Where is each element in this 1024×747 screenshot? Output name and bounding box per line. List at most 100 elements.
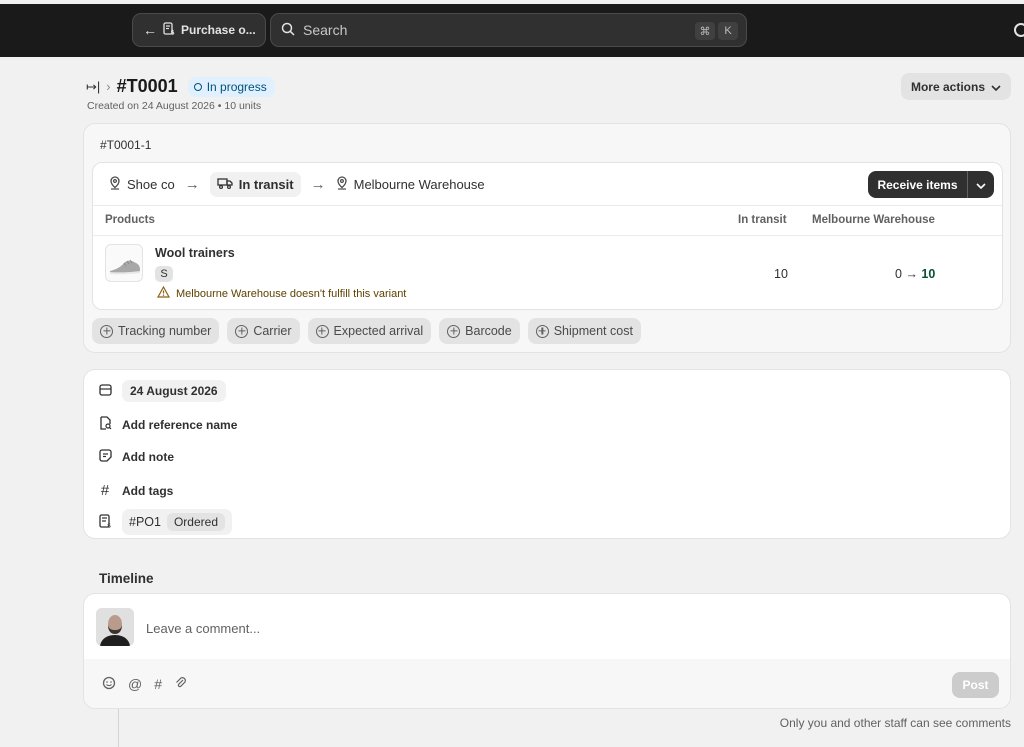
receive-items-button[interactable]: Receive items — [868, 171, 994, 198]
document-search-icon — [98, 416, 112, 433]
add-shipment-cost-button[interactable]: Shipment cost — [527, 318, 641, 344]
search-input[interactable]: Search ⌘ K — [270, 13, 747, 47]
shipment-detail-chips: Tracking number Carrier Expected arrival… — [92, 318, 641, 344]
column-header-products: Products — [105, 214, 155, 226]
top-bar: ← $ Purchase o... Search ⌘ K — [0, 4, 1024, 57]
arrow-right-icon: → — [310, 175, 326, 193]
more-actions-button[interactable]: More actions — [901, 73, 1011, 100]
shipment-route: Shoe co → In transit → Melbourne Warehou… — [93, 163, 1002, 206]
variant-badge: S — [155, 266, 173, 282]
svg-text:$: $ — [171, 30, 175, 36]
plus-circle-icon — [447, 324, 461, 338]
reference-row[interactable]: Add reference name — [98, 416, 237, 433]
chip-label: Tracking number — [118, 324, 212, 338]
command-key-hint: ⌘ — [695, 22, 715, 40]
shipment-panel: Shoe co → In transit → Melbourne Warehou… — [92, 162, 1003, 310]
comment-box: Leave a comment... @ # Post — [83, 593, 1011, 709]
status-badge: In progress — [187, 76, 275, 97]
svg-text:$: $ — [107, 521, 111, 528]
timeline-title: Timeline — [99, 571, 154, 586]
purchase-order-tag[interactable]: #PO1 Ordered — [122, 509, 232, 535]
column-header-warehouse: Melbourne Warehouse — [812, 214, 935, 226]
truck-icon — [217, 177, 233, 192]
add-note-link[interactable]: Add note — [122, 450, 174, 464]
comment-input[interactable]: Leave a comment... — [146, 621, 260, 636]
location-pin-icon — [109, 175, 121, 193]
origin-label: Shoe co — [127, 176, 175, 192]
purchase-order-row: $ #PO1 Ordered — [98, 509, 232, 535]
arrow-right-icon: → — [184, 175, 200, 193]
hashtag-icon[interactable]: # — [154, 676, 162, 693]
progress-ring-icon — [193, 82, 202, 91]
chevron-down-icon — [991, 80, 1001, 94]
add-tags-link[interactable]: Add tags — [122, 484, 173, 498]
post-button[interactable]: Post — [952, 672, 999, 698]
k-key-hint: K — [718, 22, 738, 40]
page-subtitle: Created on 24 August 2026 • 10 units — [87, 100, 262, 112]
chip-label: Barcode — [465, 324, 512, 338]
transfer-icon[interactable]: ↦| — [86, 79, 100, 95]
mention-icon[interactable]: @ — [128, 676, 142, 693]
timeline-line — [118, 709, 119, 747]
add-expected-arrival-button[interactable]: Expected arrival — [307, 318, 432, 344]
chip-label: Expected arrival — [333, 324, 424, 338]
store-icon[interactable] — [1014, 23, 1024, 37]
table-row: Wool trainers S Melbourne Warehouse does… — [93, 236, 1002, 310]
comment-tools: @ # — [102, 676, 188, 693]
comment-toolbar: @ # Post — [84, 659, 1010, 708]
breadcrumb-separator-icon: › — [106, 79, 111, 94]
add-tracking-number-button[interactable]: Tracking number — [92, 318, 220, 344]
shipment-id: #T0001-1 — [100, 138, 152, 152]
plus-circle-icon — [100, 324, 113, 338]
purchase-order-number: #PO1 — [129, 515, 161, 529]
in-transit-quantity: 10 — [774, 267, 788, 281]
breadcrumb: ↦| › #T0001 In progress — [86, 76, 275, 97]
note-icon — [98, 449, 112, 465]
receive-items-label[interactable]: Receive items — [868, 171, 968, 198]
transfer-details-card: 24 August 2026 Add reference name Add no… — [83, 369, 1011, 539]
arrow-left-icon: ← — [143, 22, 157, 38]
tags-row[interactable]: # Add tags — [98, 482, 174, 499]
chevron-down-icon[interactable] — [968, 178, 994, 192]
date-tag[interactable]: 24 August 2026 — [122, 380, 226, 402]
fulfillment-warning: Melbourne Warehouse doesn't fulfill this… — [156, 285, 407, 301]
search-placeholder: Search — [303, 22, 348, 38]
more-actions-label: More actions — [910, 79, 985, 94]
transit-status-pill: In transit — [209, 171, 301, 197]
column-header-in-transit: In transit — [738, 214, 787, 226]
staff-only-note: Only you and other staff can see comment… — [779, 716, 1011, 730]
add-reference-name-link[interactable]: Add reference name — [122, 418, 237, 432]
destination-node: Melbourne Warehouse — [336, 175, 485, 193]
note-row[interactable]: Add note — [98, 449, 174, 465]
purchase-order-status-badge: Ordered — [166, 513, 225, 531]
attachment-icon[interactable] — [174, 676, 188, 693]
product-thumbnail[interactable] — [105, 244, 143, 282]
calendar-icon — [98, 383, 112, 399]
arrow-right-icon: → — [905, 267, 922, 281]
chip-label: Shipment cost — [553, 324, 633, 338]
fulfillment-warning-text: Melbourne Warehouse doesn't fulfill this… — [176, 287, 407, 300]
back-to-purchase-order-button[interactable]: ← $ Purchase o... — [132, 13, 266, 47]
products-table-header: Products In transit Melbourne Warehouse — [93, 207, 1002, 236]
search-icon — [281, 22, 295, 39]
destination-label: Melbourne Warehouse — [353, 176, 485, 192]
plus-circle-icon — [235, 324, 249, 338]
shipment-card: #T0001-1 Shoe co → In transit → Melbourn… — [83, 123, 1011, 353]
plus-circle-icon — [535, 324, 549, 338]
purchase-order-icon: $ — [163, 22, 175, 38]
back-button-label: Purchase o... — [181, 23, 256, 37]
plus-circle-icon — [315, 324, 329, 338]
warehouse-quantity-from: 0 — [895, 267, 902, 281]
date-row: 24 August 2026 — [98, 380, 226, 402]
emoji-icon[interactable] — [102, 676, 116, 693]
status-badge-label: In progress — [206, 79, 267, 94]
hashtag-icon: # — [100, 482, 110, 499]
warehouse-quantity-to: 10 — [921, 267, 936, 281]
add-carrier-button[interactable]: Carrier — [227, 318, 300, 344]
product-name[interactable]: Wool trainers — [155, 246, 235, 260]
warehouse-quantity: 0 → 10 — [895, 267, 935, 281]
page-title: #T0001 — [116, 76, 178, 96]
add-barcode-button[interactable]: Barcode — [439, 318, 520, 344]
transit-status-label: In transit — [238, 176, 294, 192]
purchase-order-icon: $ — [98, 513, 112, 531]
